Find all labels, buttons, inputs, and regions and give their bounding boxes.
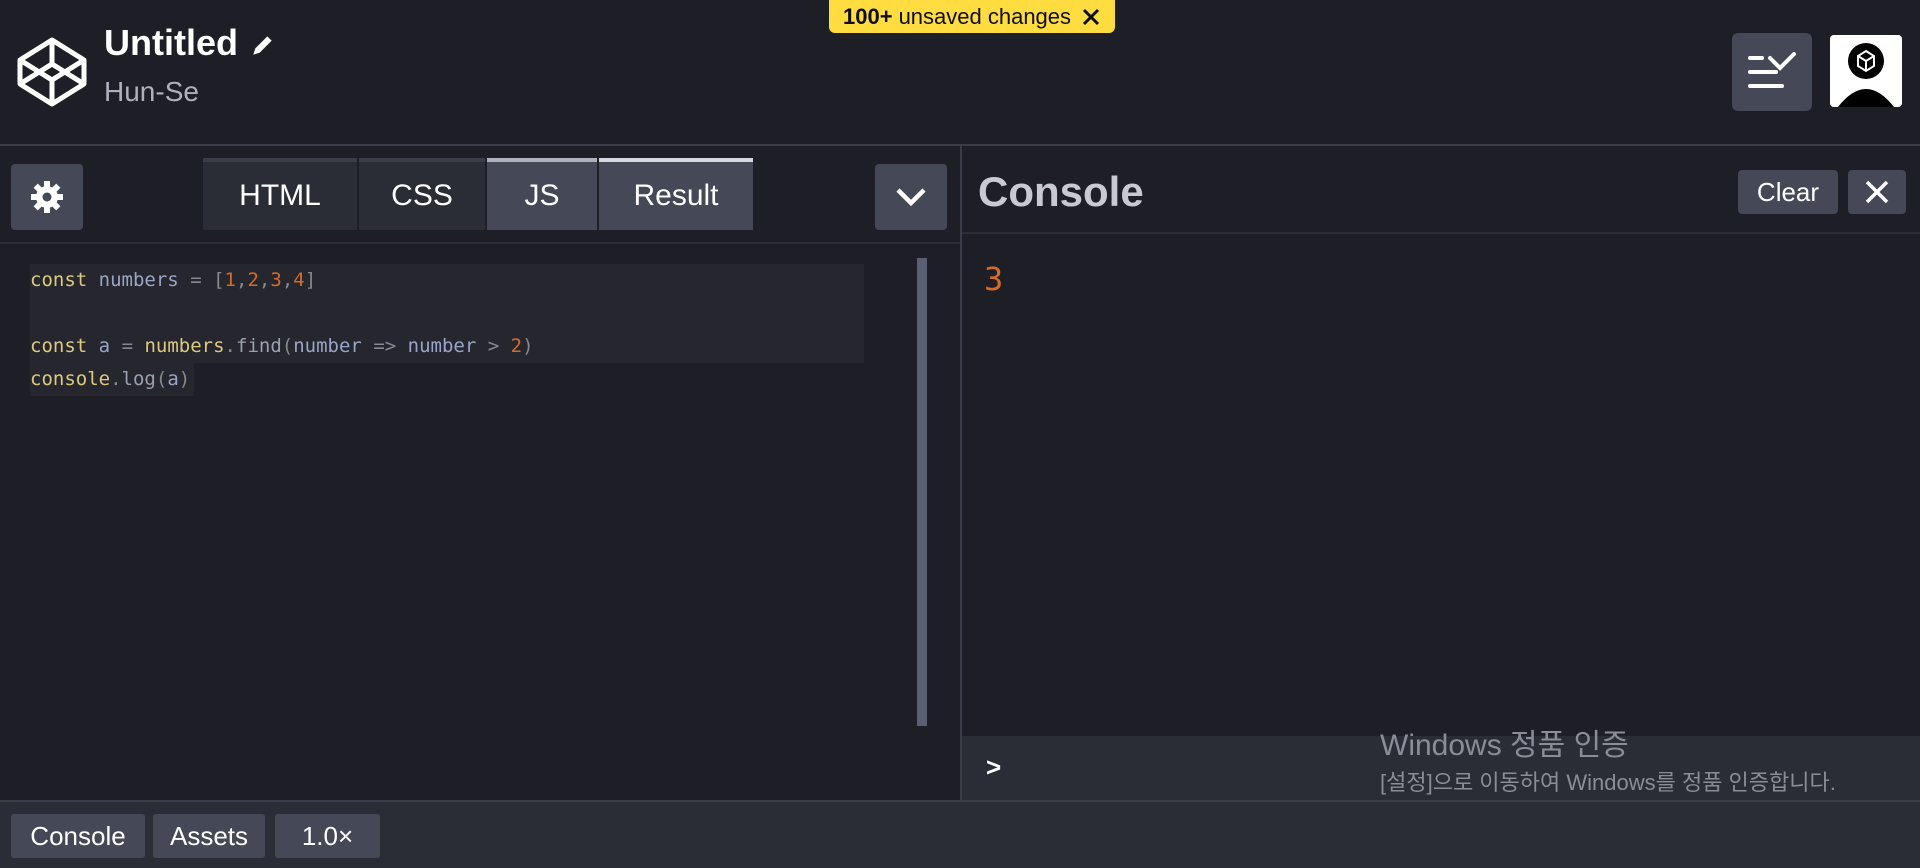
- chevron-down-icon: [896, 188, 926, 207]
- console-output-line: 3: [984, 260, 1004, 298]
- title-block: Untitled Hun-Se: [104, 22, 276, 108]
- console-panel: Console Clear 3 > Windows 정품 인증 [설정]으로 이…: [962, 146, 1920, 800]
- settings-button[interactable]: [11, 164, 83, 230]
- close-icon: [1865, 180, 1889, 204]
- js-editor-panel: HTML CSS JS Result const numbers = [1,2,…: [0, 146, 962, 800]
- footer-bar: Console Assets 1.0×: [0, 800, 1920, 868]
- console-header: Console Clear: [962, 146, 1920, 234]
- gear-icon: [31, 181, 63, 213]
- windows-activation-watermark: Windows 정품 인증 [설정]으로 이동하여 Windows를 정품 인증…: [1380, 720, 1860, 798]
- editor-scrollbar[interactable]: [917, 258, 927, 726]
- tab-js[interactable]: JS: [487, 158, 597, 230]
- header: Untitled Hun-Se 100+ unsaved changes: [0, 0, 1920, 146]
- code-line-empty: [30, 297, 864, 330]
- collapse-editor-button[interactable]: [875, 164, 947, 230]
- unsaved-changes-badge[interactable]: 100+ unsaved changes: [829, 0, 1116, 33]
- avatar-icon: [1830, 35, 1902, 107]
- assets-button[interactable]: Assets: [153, 814, 265, 858]
- unsaved-text: unsaved changes: [898, 3, 1072, 29]
- unsaved-count: 100+: [843, 3, 893, 29]
- watermark-title: Windows 정품 인증: [1380, 729, 1629, 762]
- tab-css[interactable]: CSS: [359, 158, 485, 230]
- layout-icon: [1748, 52, 1796, 88]
- console-prompt: >: [986, 752, 1002, 782]
- console-toggle-button[interactable]: Console: [11, 814, 145, 858]
- zoom-button[interactable]: 1.0×: [275, 814, 380, 858]
- close-icon[interactable]: [1081, 7, 1101, 27]
- author-name[interactable]: Hun-Se: [104, 76, 276, 108]
- clear-console-button[interactable]: Clear: [1738, 170, 1838, 214]
- editor-tabs: HTML CSS JS Result: [203, 158, 753, 230]
- code-line: const a = numbers.find(number => number …: [30, 330, 864, 363]
- editor-toolbar: HTML CSS JS Result: [0, 146, 960, 244]
- pencil-icon[interactable]: [250, 32, 276, 58]
- close-console-button[interactable]: [1848, 170, 1906, 214]
- avatar[interactable]: [1830, 35, 1902, 107]
- code-line: const numbers = [1,2,3,4]: [30, 264, 864, 297]
- console-title: Console: [978, 168, 1144, 215]
- page-title[interactable]: Untitled: [104, 22, 238, 64]
- codepen-logo-icon[interactable]: [16, 36, 88, 108]
- console-input[interactable]: > Windows 정품 인증 [설정]으로 이동하여 Windows를 정품 …: [962, 729, 1920, 800]
- tab-result[interactable]: Result: [599, 158, 753, 230]
- code-area[interactable]: const numbers = [1,2,3,4] const a = numb…: [30, 264, 864, 396]
- watermark-subtitle: [설정]으로 이동하여 Windows를 정품 인증합니다.: [1380, 770, 1836, 795]
- code-line: console.log(a): [30, 363, 195, 396]
- change-view-button[interactable]: [1732, 33, 1812, 111]
- tab-html[interactable]: HTML: [203, 158, 357, 230]
